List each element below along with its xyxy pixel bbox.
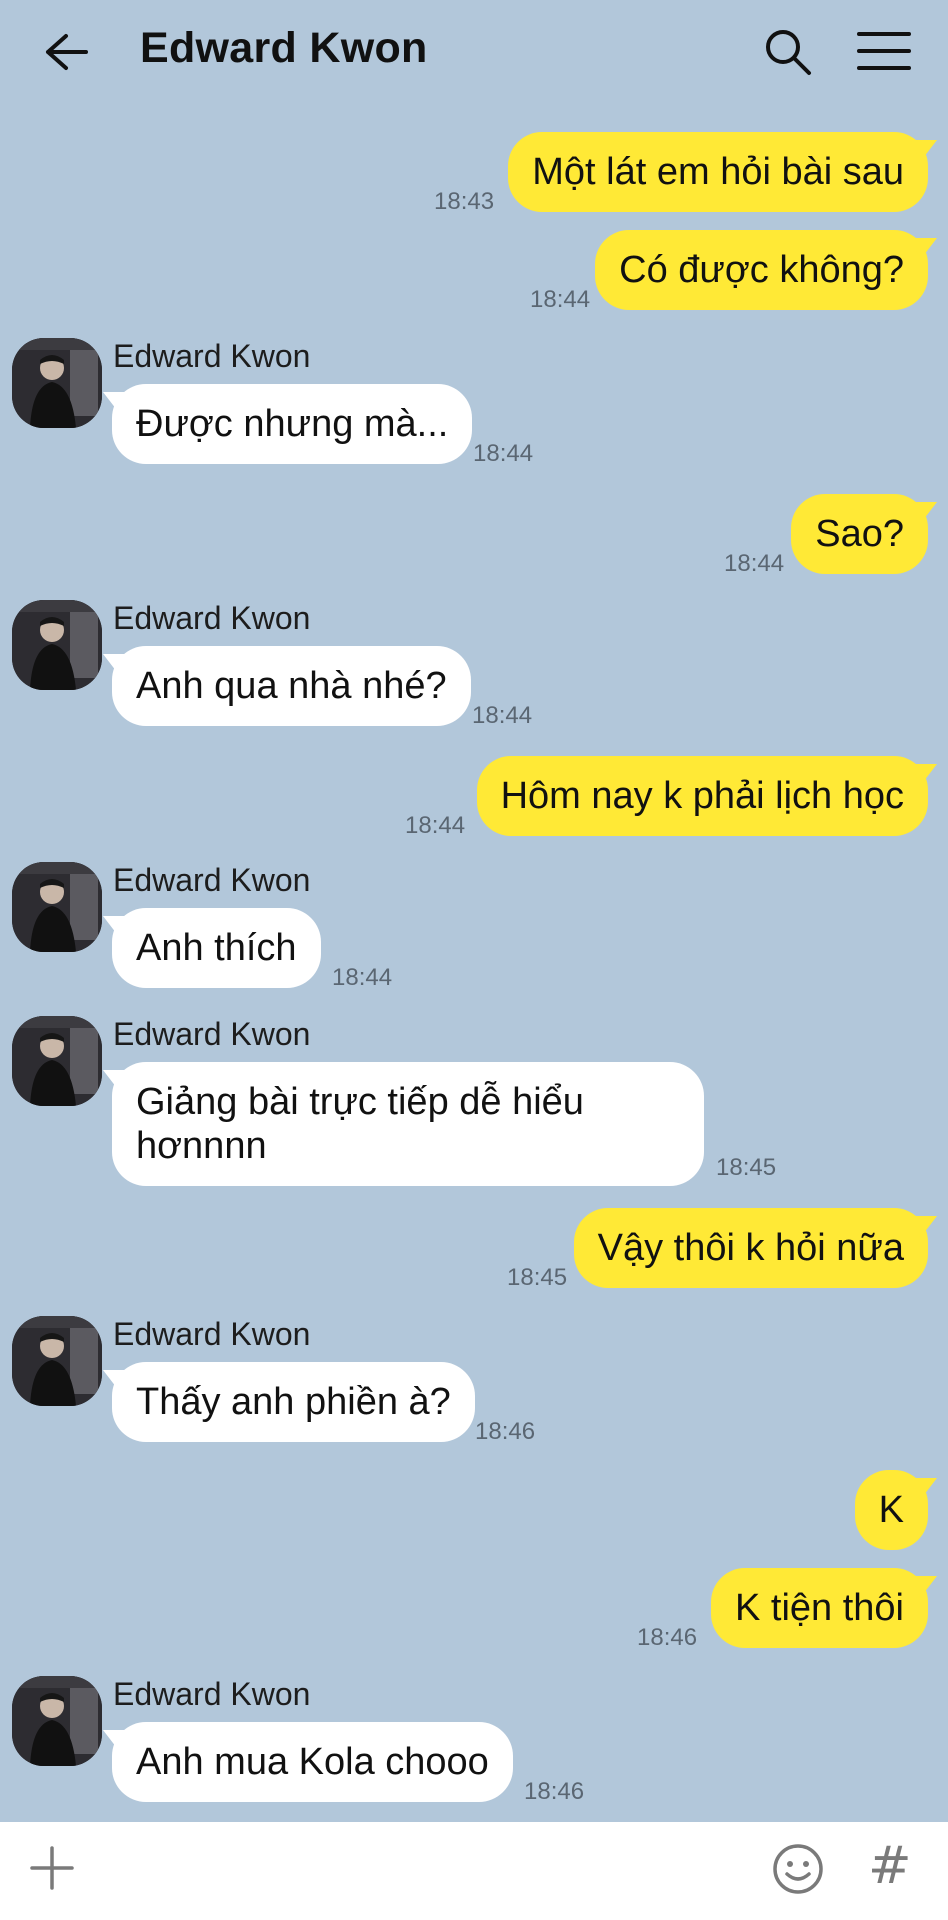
- my-message-bubble[interactable]: Sao?: [791, 494, 928, 574]
- sender-name: Edward Kwon: [113, 1676, 311, 1712]
- attach-button[interactable]: [28, 1844, 76, 1892]
- chat-header: Edward Kwon: [0, 0, 948, 104]
- emoji-button[interactable]: [771, 1842, 825, 1896]
- search-button[interactable]: [762, 26, 814, 78]
- message-time: 18:45: [716, 1154, 777, 1181]
- sender-name: Edward Kwon: [113, 1016, 311, 1052]
- message-text: Được nhưng mà...: [136, 403, 449, 445]
- avatar[interactable]: [12, 600, 102, 690]
- message-text: K: [878, 1489, 904, 1531]
- message-text: Một lát em hỏi bài sau: [532, 151, 904, 193]
- sender-name: Edward Kwon: [113, 1316, 311, 1352]
- my-message-bubble[interactable]: Có được không?: [595, 230, 928, 310]
- message-time: 18:44: [473, 440, 534, 467]
- their-message-bubble[interactable]: Được nhưng mà...: [112, 384, 473, 464]
- my-message-bubble[interactable]: K tiện thôi: [711, 1568, 928, 1648]
- profile-photo: [12, 1016, 102, 1106]
- avatar[interactable]: [12, 1316, 102, 1406]
- message-text: Hôm nay k phải lịch học: [500, 775, 904, 817]
- message-time: 18:44: [332, 964, 393, 991]
- message-text: Anh mua Kola chooo: [136, 1741, 489, 1783]
- message-time: 18:44: [405, 812, 466, 839]
- plus-icon: [30, 1846, 74, 1890]
- message-time: 18:44: [530, 286, 591, 313]
- message-text: Có được không?: [619, 249, 904, 291]
- their-message-bubble[interactable]: Giảng bài trực tiếp dễ hiểu hơnnnn: [112, 1062, 704, 1186]
- message-time: 18:44: [724, 550, 785, 577]
- menu-button[interactable]: [857, 30, 911, 72]
- message-time: 18:43: [434, 188, 495, 215]
- avatar[interactable]: [12, 862, 102, 952]
- message-text: K tiện thôi: [735, 1587, 904, 1629]
- message-list[interactable]: Một lát em hỏi bài sau 18:43 Có được khô…: [0, 104, 948, 1820]
- message-text: Anh thích: [136, 927, 297, 969]
- their-message-bubble[interactable]: Thấy anh phiền à?: [112, 1362, 475, 1442]
- profile-photo: [12, 1676, 102, 1766]
- message-time: 18:46: [524, 1778, 585, 1805]
- my-message-bubble[interactable]: K: [854, 1470, 928, 1550]
- their-message-bubble[interactable]: Anh mua Kola chooo: [112, 1722, 513, 1802]
- sender-name: Edward Kwon: [113, 338, 311, 374]
- hashtag-button[interactable]: #: [868, 1836, 912, 1896]
- avatar[interactable]: [12, 1016, 102, 1106]
- sender-name: Edward Kwon: [113, 862, 311, 898]
- chat-title: Edward Kwon: [140, 24, 428, 72]
- profile-photo: [12, 338, 102, 428]
- my-message-bubble[interactable]: Vậy thôi k hỏi nữa: [573, 1208, 928, 1288]
- message-text: Vậy thôi k hỏi nữa: [597, 1227, 904, 1269]
- message-time: 18:46: [475, 1418, 536, 1445]
- message-time: 18:44: [472, 702, 533, 729]
- my-message-bubble[interactable]: Một lát em hỏi bài sau: [508, 132, 928, 212]
- avatar[interactable]: [12, 1676, 102, 1766]
- input-bar[interactable]: #: [0, 1822, 948, 1920]
- message-text: Thấy anh phiền à?: [136, 1381, 451, 1423]
- profile-photo: [12, 862, 102, 952]
- arrow-left-icon: [46, 34, 88, 70]
- my-message-bubble[interactable]: Hôm nay k phải lịch học: [476, 756, 928, 836]
- emoji-icon: [773, 1844, 823, 1894]
- their-message-bubble[interactable]: Anh thích: [112, 908, 321, 988]
- profile-photo: [12, 600, 102, 690]
- hamburger-menu-icon: [857, 32, 911, 70]
- back-button[interactable]: [40, 28, 92, 76]
- message-time: 18:46: [637, 1624, 698, 1651]
- message-text: Anh qua nhà nhé?: [136, 665, 447, 707]
- message-text: Giảng bài trực tiếp dễ hiểu hơnnnn: [136, 1081, 584, 1167]
- avatar[interactable]: [12, 338, 102, 428]
- message-time: 18:45: [507, 1264, 568, 1291]
- search-icon: [766, 30, 811, 75]
- sender-name: Edward Kwon: [113, 600, 311, 636]
- message-text: Sao?: [815, 513, 904, 555]
- their-message-bubble[interactable]: Anh qua nhà nhé?: [112, 646, 471, 726]
- profile-photo: [12, 1316, 102, 1406]
